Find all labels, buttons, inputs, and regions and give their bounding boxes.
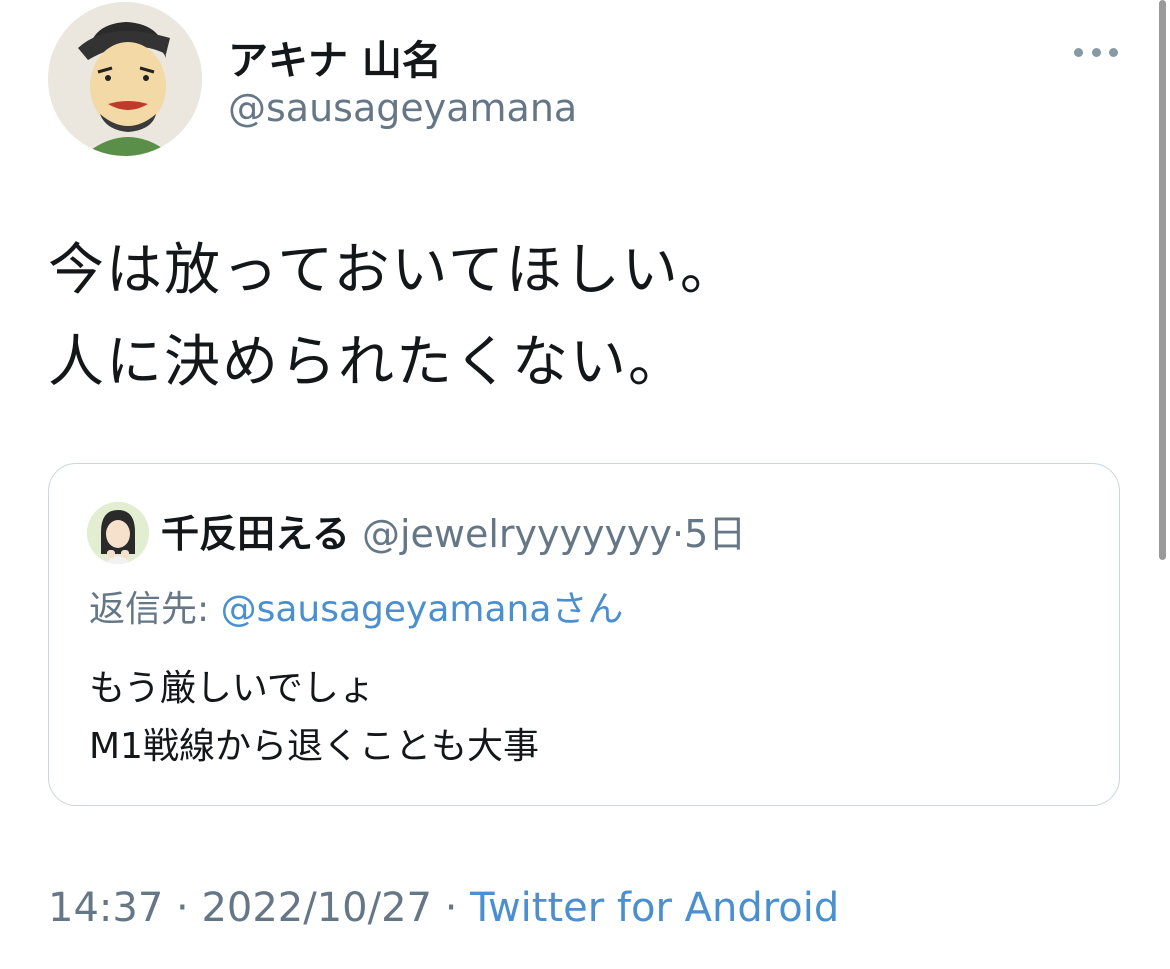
tweet-date[interactable]: 2022/10/27 bbox=[201, 885, 432, 931]
reply-suffix: さん bbox=[551, 589, 624, 630]
quoted-tweet-card[interactable]: 千反田える @jewelryyyyyyy·5日 返信先: @sausageyam… bbox=[48, 463, 1120, 806]
quoted-text: もう厳しいでしょ M1戦線から退くことも大事 bbox=[89, 660, 1089, 776]
reply-label: 返信先: bbox=[89, 589, 210, 630]
more-horizontal-icon[interactable] bbox=[1074, 38, 1118, 66]
anime-girl-avatar bbox=[87, 502, 149, 564]
author-display-name[interactable]: アキナ 山名 bbox=[228, 28, 442, 86]
tweet-text: 今は放っておいてほしい。 人に決められたくない。 bbox=[48, 225, 1108, 409]
more-dot bbox=[1091, 47, 1101, 57]
tweet-text-line: 今は放っておいてほしい。 bbox=[48, 238, 738, 303]
quoted-header: 千反田える @jewelryyyyyyy·5日 bbox=[161, 508, 746, 560]
quoted-author-avatar bbox=[87, 502, 149, 564]
meta-separator: · bbox=[444, 885, 458, 931]
author-handle[interactable]: @sausageyamana bbox=[228, 86, 577, 130]
reply-context: 返信先: @sausageyamanaさん bbox=[89, 584, 623, 636]
tweet-source-link[interactable]: Twitter for Android bbox=[470, 885, 839, 931]
cartoon-portrait-avatar bbox=[48, 2, 202, 156]
quoted-handle[interactable]: @jewelryyyyyyy bbox=[362, 512, 672, 556]
tweet-text-line: 人に決められたくない。 bbox=[48, 330, 686, 395]
quoted-separator: · bbox=[671, 512, 685, 556]
author-avatar[interactable] bbox=[48, 2, 202, 156]
tweet-time[interactable]: 14:37 bbox=[48, 885, 163, 931]
more-dot bbox=[1109, 47, 1118, 57]
more-dot bbox=[1074, 47, 1083, 57]
quoted-text-line: もう厳しいでしょ bbox=[89, 668, 375, 709]
scrollbar[interactable] bbox=[1159, 0, 1166, 560]
quoted-text-line: M1戦線から退くことも大事 bbox=[89, 726, 539, 767]
meta-separator: · bbox=[176, 885, 189, 931]
quoted-timestamp: 5日 bbox=[684, 512, 747, 556]
quoted-display-name[interactable]: 千反田える bbox=[161, 512, 350, 556]
reply-mention-link[interactable]: @sausageyamana bbox=[221, 589, 552, 630]
tweet-metadata: 14:37 · 2022/10/27 · Twitter for Android bbox=[48, 878, 839, 938]
